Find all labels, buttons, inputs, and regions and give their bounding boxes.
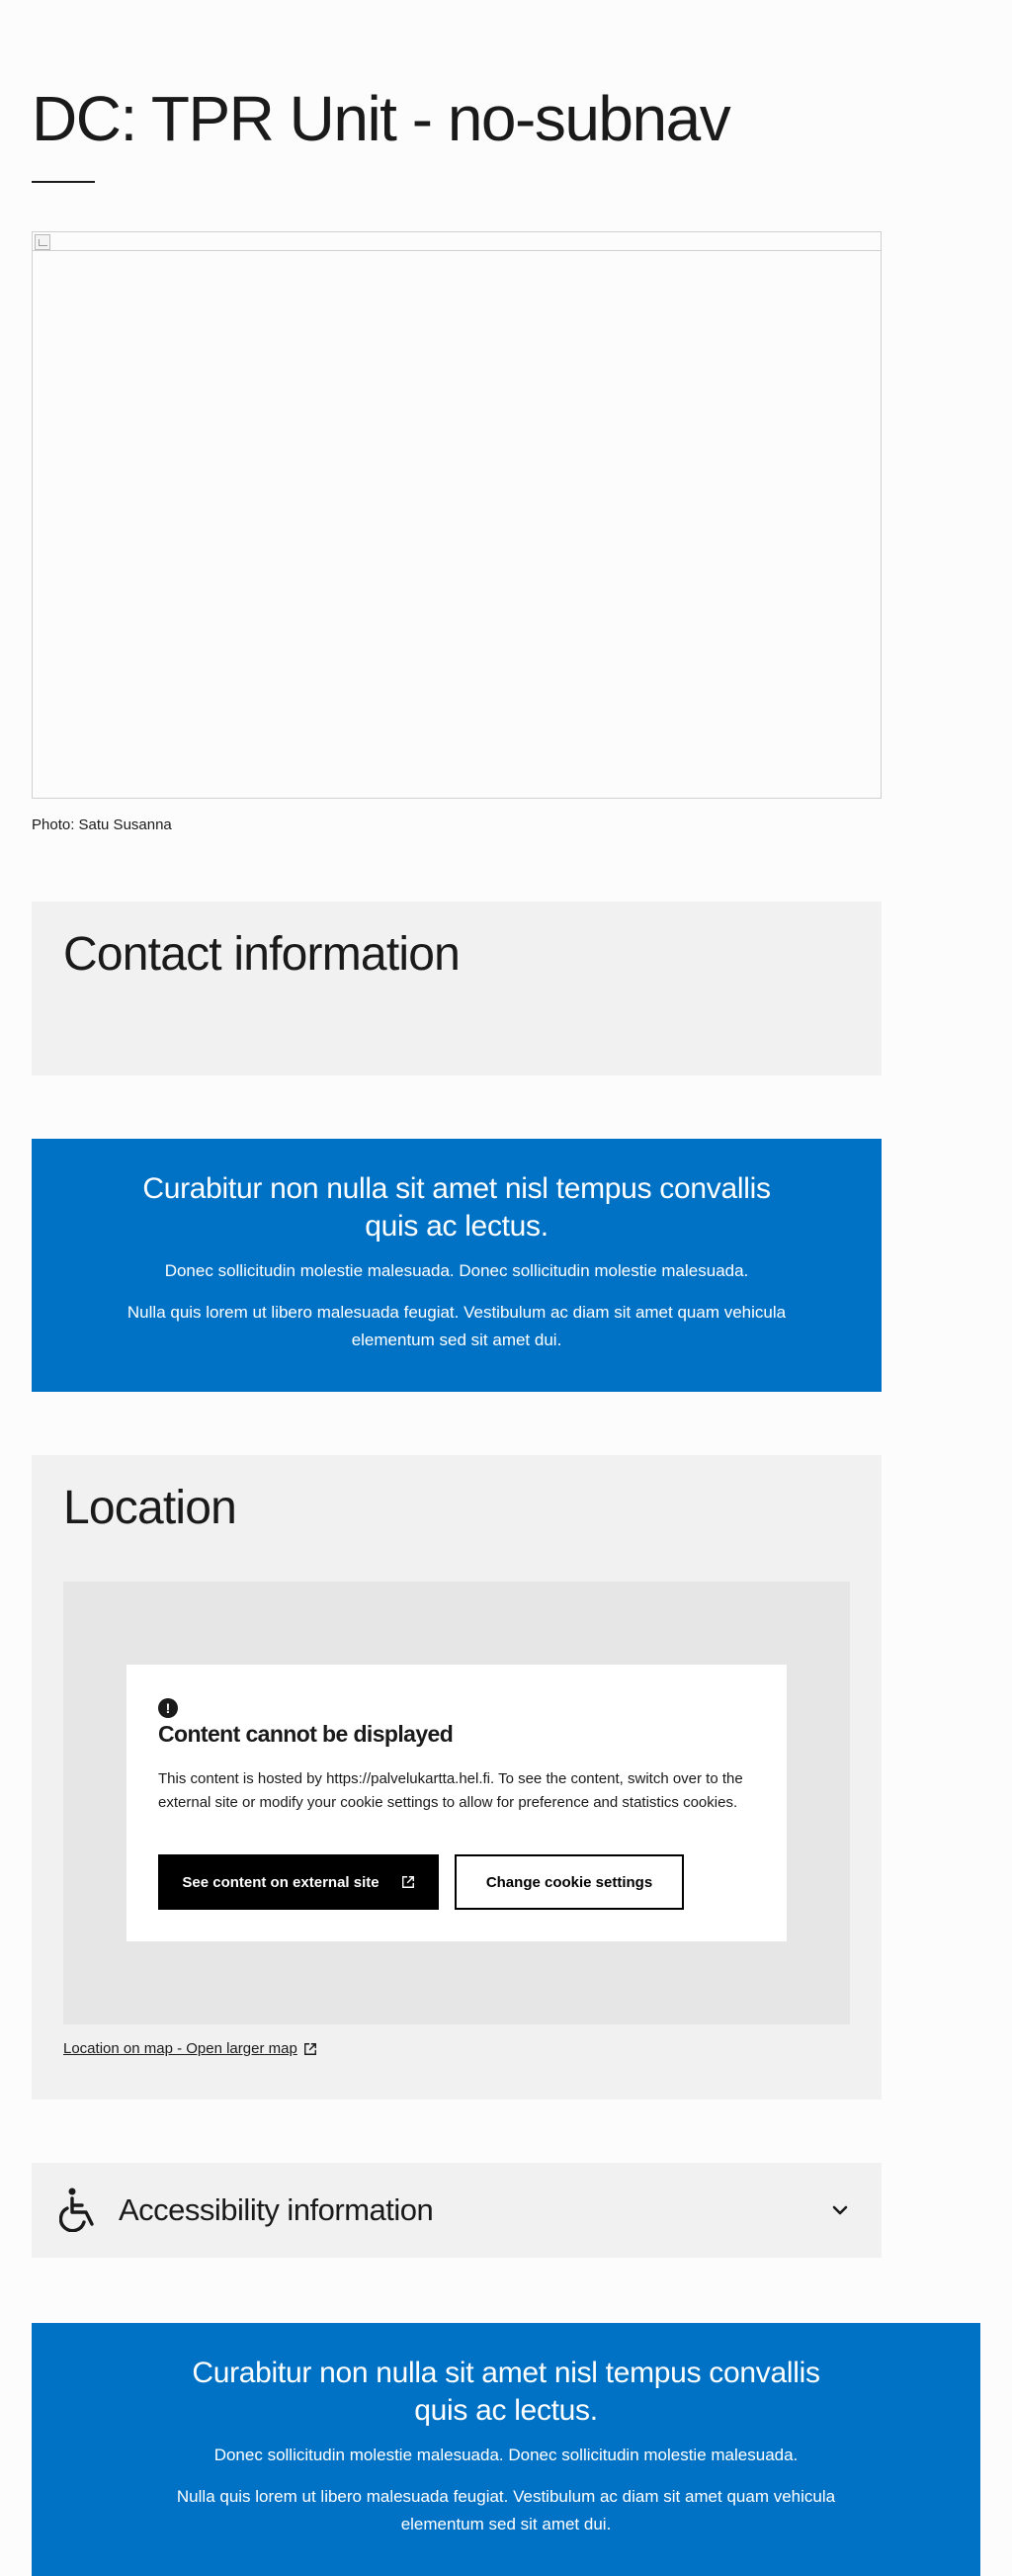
chevron-down-icon[interactable] xyxy=(830,2200,850,2220)
map-placeholder: ! Content cannot be displayed This conte… xyxy=(63,1582,850,2024)
external-link-icon xyxy=(303,2042,316,2055)
banner-text: Nulla quis lorem ut libero malesuada feu… xyxy=(126,1303,787,1349)
button-label: See content on external site xyxy=(182,1873,380,1891)
title-divider xyxy=(32,181,95,183)
banner-text: Nulla quis lorem ut libero malesuada feu… xyxy=(176,2487,836,2533)
location-section: Location ! Content cannot be displayed T… xyxy=(32,1455,882,2100)
banner-top: Curabitur non nulla sit amet nisl tempus… xyxy=(32,1139,882,1392)
contact-heading: Contact information xyxy=(63,928,461,981)
location-heading: Location xyxy=(63,1482,237,1534)
page-title: DC: TPR Unit - no-subnav xyxy=(32,83,731,154)
open-larger-map-link[interactable]: Location on map - Open larger map xyxy=(63,2040,317,2057)
banner-bottom: Curabitur non nulla sit amet nisl tempus… xyxy=(32,2323,980,2576)
image-border-line xyxy=(33,250,881,251)
banner-text: Donec sollicitudin molestie malesuada. D… xyxy=(213,2446,799,2464)
external-link-icon xyxy=(401,1876,414,1888)
see-content-external-button[interactable]: See content on external site xyxy=(158,1854,439,1910)
alert-circle-icon: ! xyxy=(158,1698,178,1718)
banner-title: Curabitur non nulla sit amet nisl tempus… xyxy=(192,2357,820,2427)
banner-text: Donec sollicitudin molestie malesuada. D… xyxy=(164,1261,749,1280)
banner-title: Curabitur non nulla sit amet nisl tempus… xyxy=(142,1172,771,1243)
map-link-label: Location on map - Open larger map xyxy=(63,2040,297,2057)
cookie-notice: ! Content cannot be displayed This conte… xyxy=(126,1665,787,1941)
change-cookie-settings-button[interactable]: Change cookie settings xyxy=(455,1854,684,1910)
broken-image-icon xyxy=(35,234,50,250)
accessibility-accordion[interactable]: Accessibility information xyxy=(32,2163,882,2258)
hero-image xyxy=(32,231,882,799)
photo-caption: Photo: Satu Susanna xyxy=(32,816,172,833)
notice-title: Content cannot be displayed xyxy=(158,1721,454,1747)
contact-information-section: Contact information xyxy=(32,902,882,1075)
wheelchair-icon xyxy=(59,2188,94,2232)
accessibility-label: Accessibility information xyxy=(119,2192,434,2227)
notice-text: This content is hosted by https://palvel… xyxy=(158,1770,743,1811)
